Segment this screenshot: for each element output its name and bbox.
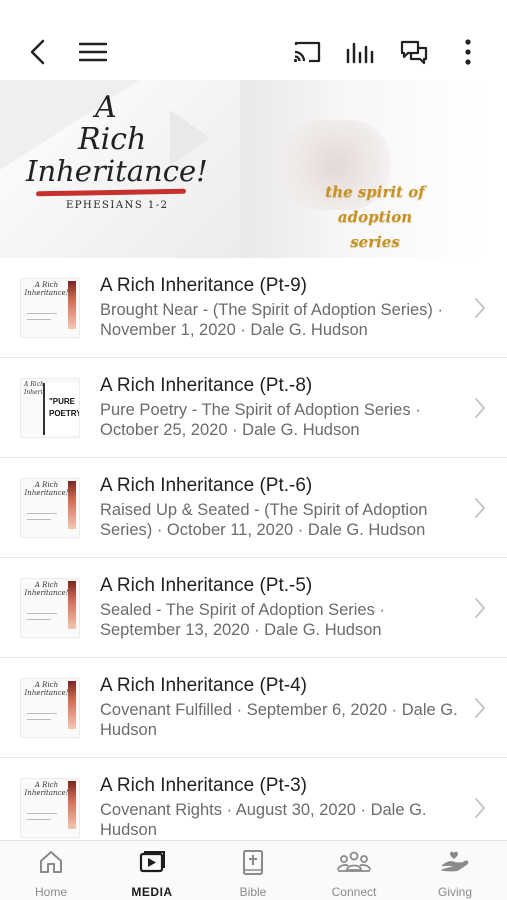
chevron-right-icon bbox=[475, 498, 485, 518]
top-toolbar bbox=[0, 0, 507, 80]
media-thumbnail: A Rich Inheritance! bbox=[20, 478, 80, 538]
media-list-item[interactable]: A Rich Inheritance! A Rich Inheritance (… bbox=[0, 558, 507, 658]
chevron-right-icon bbox=[475, 798, 485, 818]
media-list-item[interactable]: A Rich Inheritance! A Rich Inheritance (… bbox=[0, 258, 507, 358]
chevron-right-icon bbox=[475, 698, 485, 718]
tab-label: Bible bbox=[239, 885, 267, 899]
banner-title-panel: A Rich Inheritance! EPHESIANS 1-2 bbox=[0, 80, 240, 258]
thumbnail-rule bbox=[27, 813, 57, 814]
banner-title-line: A bbox=[95, 90, 117, 125]
tab-label: Giving bbox=[437, 885, 472, 899]
banner-series-line: the spirit of adoption bbox=[325, 183, 425, 226]
more-icon[interactable] bbox=[448, 32, 488, 72]
chevron-right-icon bbox=[475, 298, 485, 318]
media-thumbnail: A Rich Inheritance! bbox=[20, 578, 80, 638]
media-item-description: Covenant Rights · August 30, 2020 · Dale… bbox=[100, 801, 427, 839]
banner-title-line: Rich bbox=[78, 122, 147, 157]
tab-media[interactable]: MEDIA bbox=[102, 849, 202, 899]
media-thumbnail: A Rich Inheritance! bbox=[20, 778, 80, 838]
giving-icon bbox=[441, 851, 469, 872]
thumbnail-rule bbox=[27, 313, 57, 314]
series-banner[interactable]: A Rich Inheritance! EPHESIANS 1-2 the sp… bbox=[0, 80, 507, 258]
media-list: A Rich Inheritance! A Rich Inheritance (… bbox=[0, 258, 507, 840]
tab-label: Connect bbox=[331, 885, 377, 899]
media-item-title: A Rich Inheritance (Pt-4) bbox=[100, 675, 307, 696]
chat-icon[interactable] bbox=[394, 32, 434, 72]
thumbnail-stripe bbox=[68, 781, 76, 829]
thumbnail-rule bbox=[27, 713, 57, 714]
banner-title-line: Inheritance! bbox=[26, 154, 208, 188]
thumbnail-word: "PURE bbox=[49, 397, 76, 406]
banner-underline bbox=[35, 188, 187, 197]
media-item-title: A Rich Inheritance (Pt.-5) bbox=[100, 575, 313, 596]
tab-home[interactable]: Home bbox=[1, 849, 101, 899]
thumbnail-stripe bbox=[68, 681, 76, 729]
thumbnail-poetry-panel: "PURE POETRY bbox=[43, 383, 79, 435]
thumbnail-rule bbox=[27, 719, 51, 720]
back-icon[interactable] bbox=[18, 32, 58, 72]
menu-icon[interactable] bbox=[73, 32, 113, 72]
bottom-tab-bar: Home MEDIA Bible Connect Giving bbox=[0, 840, 507, 900]
media-list-item[interactable]: A Rich Inheritance! A Rich Inheritance (… bbox=[0, 658, 507, 758]
thumbnail-title: A Rich Inheritance! bbox=[24, 781, 69, 797]
media-item-title: A Rich Inheritance (Pt.-8) bbox=[100, 375, 313, 396]
thumbnail-rule bbox=[27, 819, 51, 820]
media-item-description: Sealed - The Spirit of Adoption Series ·… bbox=[100, 601, 385, 639]
media-list-item[interactable]: A Rich Inheritance! A Rich Inheritance (… bbox=[0, 458, 507, 558]
thumbnail-title: A Rich Inheritance! bbox=[24, 681, 69, 697]
thumbnail-rule bbox=[27, 619, 51, 620]
banner-series-line: series bbox=[350, 233, 400, 251]
media-thumbnail: A Rich Inheritance! "PURE POETRY bbox=[20, 378, 80, 438]
media-item-description: Pure Poetry - The Spirit of Adoption Ser… bbox=[100, 401, 421, 439]
thumbnail-stripe bbox=[68, 581, 76, 629]
media-list-item[interactable]: A Rich Inheritance! A Rich Inheritance (… bbox=[0, 758, 507, 840]
media-thumbnail: A Rich Inheritance! bbox=[20, 678, 80, 738]
banner-series-text: the spirit of adoption series bbox=[300, 180, 450, 255]
tab-connect[interactable]: Connect bbox=[304, 849, 404, 899]
home-icon bbox=[40, 851, 62, 873]
thumbnail-rule bbox=[27, 519, 51, 520]
thumbnail-stripe bbox=[68, 281, 76, 329]
thumbnail-rule bbox=[27, 613, 57, 614]
thumbnail-title: A Rich Inheritance! bbox=[24, 281, 69, 297]
media-item-description: Brought Near - (The Spirit of Adoption S… bbox=[100, 301, 443, 339]
cast-icon[interactable] bbox=[287, 32, 327, 72]
thumbnail-rule bbox=[27, 513, 57, 514]
audio-icon[interactable] bbox=[341, 32, 381, 72]
thumbnail-rule bbox=[27, 319, 51, 320]
media-item-title: A Rich Inheritance (Pt-3) bbox=[100, 775, 307, 796]
bible-icon bbox=[243, 850, 263, 875]
media-list-item[interactable]: A Rich Inheritance! "PURE POETRY A Rich … bbox=[0, 358, 507, 458]
media-item-description: Raised Up & Seated - (The Spirit of Adop… bbox=[100, 501, 428, 539]
thumbnail-title: A Rich Inheritance! bbox=[24, 581, 69, 597]
tab-label: MEDIA bbox=[131, 885, 173, 899]
media-icon bbox=[139, 851, 165, 873]
tab-giving[interactable]: Giving bbox=[405, 849, 505, 899]
media-thumbnail: A Rich Inheritance! bbox=[20, 278, 80, 338]
thumbnail-title: A Rich Inheritance! bbox=[24, 481, 69, 497]
thumbnail-title: A Rich Inheritance! bbox=[24, 381, 62, 396]
connect-icon bbox=[337, 851, 371, 872]
chevron-right-icon bbox=[475, 598, 485, 618]
tab-bible[interactable]: Bible bbox=[203, 849, 303, 899]
tab-label: Home bbox=[34, 885, 67, 899]
banner-scripture: EPHESIANS 1-2 bbox=[66, 200, 169, 211]
media-item-description: Covenant Fulfilled · September 6, 2020 ·… bbox=[100, 701, 458, 739]
thumbnail-word: POETRY bbox=[49, 409, 80, 418]
chevron-right-icon bbox=[475, 398, 485, 418]
media-item-title: A Rich Inheritance (Pt-9) bbox=[100, 275, 307, 296]
thumbnail-stripe bbox=[68, 481, 76, 529]
media-item-title: A Rich Inheritance (Pt.-6) bbox=[100, 475, 313, 496]
